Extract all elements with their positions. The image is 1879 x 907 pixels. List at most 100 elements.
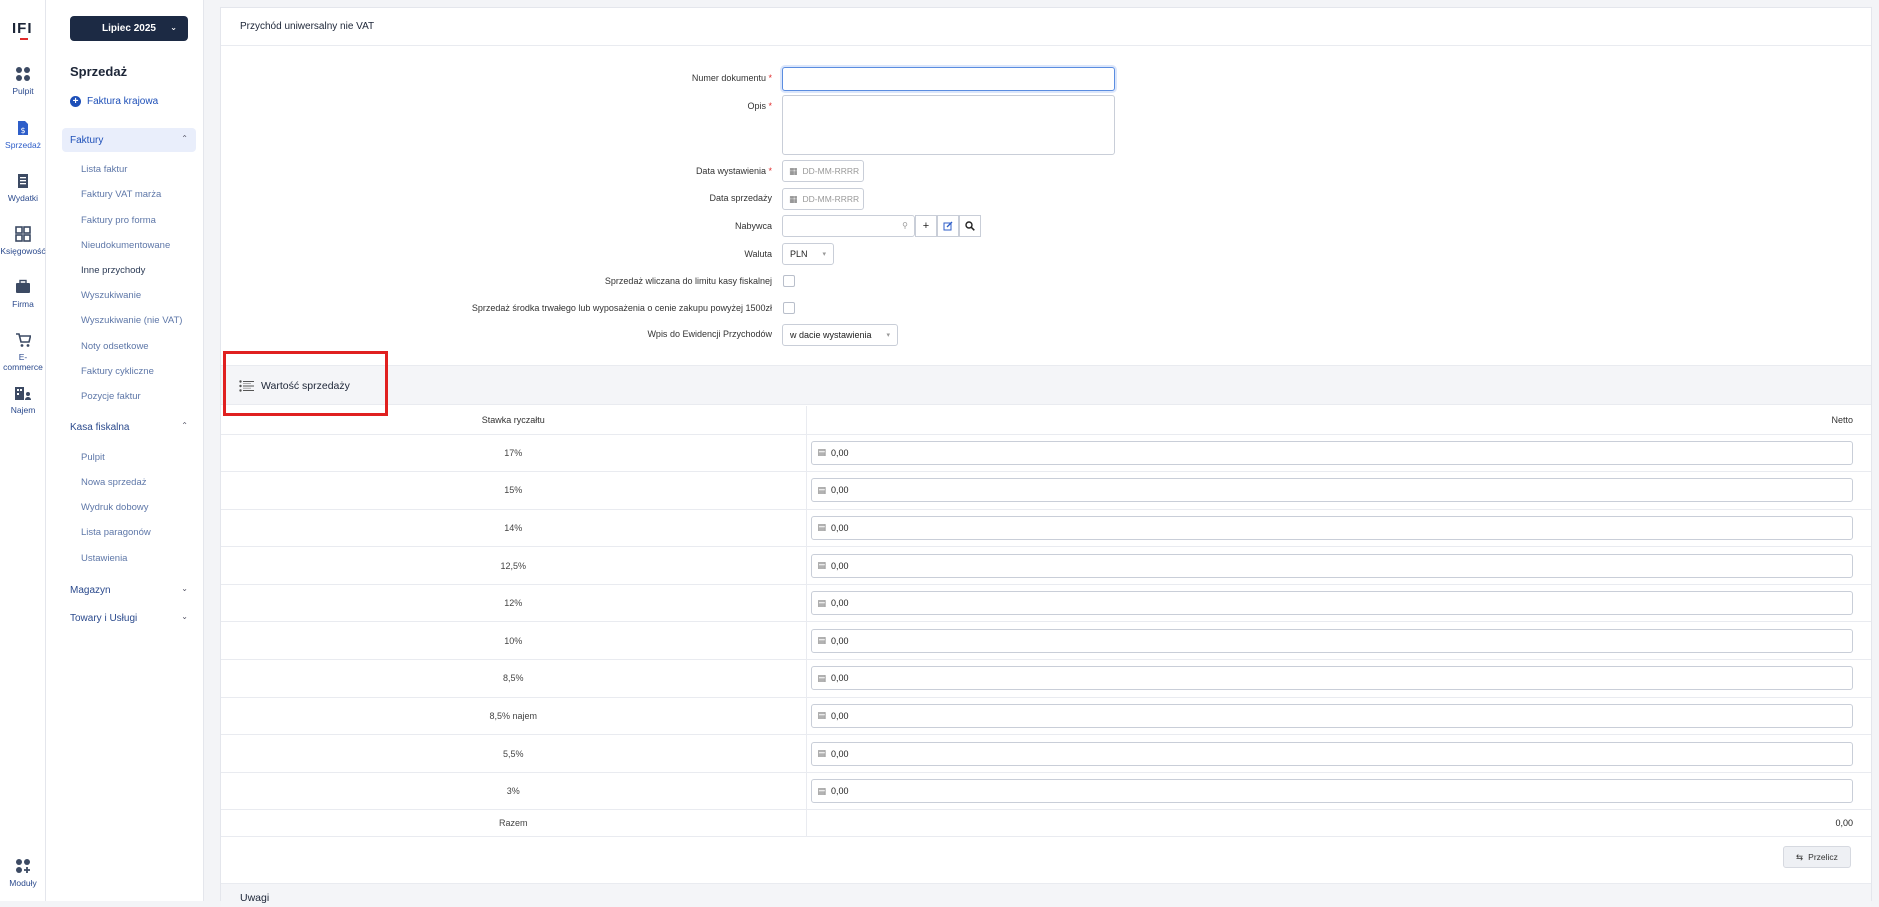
add-buyer-button[interactable]: + — [915, 215, 937, 237]
nav-item-wyszukiwanie-nie-vat[interactable]: Wyszukiwanie (nie VAT) — [81, 315, 182, 326]
rail-item-pulpit[interactable]: Pulpit — [0, 66, 46, 96]
accounting-icon — [15, 226, 31, 242]
sales-value-table: Stawka ryczałtu Netto 17% ▤ 0,00 15% ▤ 0,00 14… — [221, 406, 1871, 838]
table-row: 8,5% ▤ 0,00 — [221, 659, 1871, 698]
app-logo[interactable]: IFI — [12, 18, 34, 40]
issue-date-input[interactable]: ▦ DD-MM-RRRR — [782, 160, 864, 182]
sales-icon: $ — [18, 121, 28, 135]
logo-accent — [20, 38, 28, 40]
nav-group-towary-uslugi[interactable]: Towary i Usługi ⌄ — [62, 606, 196, 630]
nav-group-faktury[interactable]: Faktury ⌃ — [62, 128, 196, 152]
svg-text:$: $ — [20, 126, 25, 135]
sale-date-input[interactable]: ▦ DD-MM-RRRR — [782, 188, 864, 210]
rail-item-sprzedaz[interactable]: $ Sprzedaż — [0, 120, 46, 150]
net-cell: ▤ 0,00 — [806, 734, 1871, 773]
nav-item-pozycje-faktur[interactable]: Pozycje faktur — [81, 391, 141, 402]
cart-icon — [16, 333, 31, 347]
nav-item-faktury-vat-marza[interactable]: Faktury VAT marża — [81, 189, 161, 200]
rail-label: Wydatki — [7, 193, 39, 203]
column-header-rate: Stawka ryczałtu — [221, 406, 807, 435]
plus-circle-icon: + — [70, 96, 81, 107]
briefcase-icon — [16, 279, 30, 293]
magnifier-icon — [965, 221, 975, 231]
nav-item-faktury-pro-forma[interactable]: Faktury pro forma — [81, 215, 156, 226]
nav-group-kasa-fiskalna[interactable]: Kasa fiskalna ⌃ — [62, 415, 196, 439]
nav-item-noty-odsetkowe[interactable]: Noty odsetkowe — [81, 341, 149, 352]
register-entry-select[interactable]: w dacie wystawienia ▾ — [782, 324, 898, 346]
register-entry-value: w dacie wystawienia — [790, 330, 872, 340]
search-icon: ⚲ — [902, 221, 908, 230]
rate-cell: 14% — [221, 509, 807, 548]
nav-item-inne-przychody[interactable]: Inne przychody — [81, 265, 145, 276]
rail-item-ksiegowosc[interactable]: Księgowość — [0, 226, 46, 256]
rail-label: Moduły — [9, 878, 37, 888]
net-amount-value: 0,00 — [831, 786, 849, 797]
net-amount-input[interactable]: ▤ 0,00 — [810, 628, 1853, 653]
rail-item-najem[interactable]: Najem — [0, 385, 46, 415]
rail-label: E-commerce — [3, 352, 43, 372]
plus-icon: + — [922, 220, 930, 232]
label-text: Data wystawienia — [695, 166, 766, 176]
sale-date-label: Data sprzedaży — [709, 193, 772, 203]
buyer-label: Nabywca — [734, 221, 772, 231]
net-amount-input[interactable]: ▤ 0,00 — [810, 553, 1853, 578]
net-amount-input[interactable]: ▤ 0,00 — [810, 478, 1853, 503]
fixed-asset-checkbox[interactable] — [783, 302, 795, 314]
rail-item-firma[interactable]: Firma — [0, 279, 46, 309]
rate-cell: 8,5% — [221, 659, 807, 698]
label-text: Numer dokumentu — [691, 73, 766, 83]
rail-label: Księgowość — [0, 246, 46, 256]
add-domestic-invoice-link[interactable]: + Faktura krajowa — [70, 96, 158, 107]
doc-number-input[interactable] — [782, 67, 1115, 91]
table-row: 3% ▤ 0,00 — [221, 772, 1871, 811]
nav-item-kasa-ustawienia[interactable]: Ustawienia — [81, 553, 127, 564]
net-amount-input[interactable]: ▤ 0,00 — [810, 703, 1853, 728]
search-buyer-button[interactable] — [959, 215, 981, 237]
rate-cell: 12,5% — [221, 546, 807, 585]
net-amount-input[interactable]: ▤ 0,00 — [810, 666, 1853, 691]
currency-select[interactable]: PLN ▾ — [782, 243, 834, 265]
dashboard-icon — [16, 67, 30, 81]
net-amount-input[interactable]: ▤ 0,00 — [810, 779, 1853, 804]
net-amount-value: 0,00 — [831, 447, 849, 458]
net-amount-input[interactable]: ▤ 0,00 — [810, 515, 1853, 540]
nav-item-wyszukiwanie[interactable]: Wyszukiwanie — [81, 290, 141, 301]
period-label: Lipiec 2025 — [102, 23, 156, 34]
rail-item-moduly[interactable]: Moduły — [0, 858, 46, 888]
description-textarea[interactable] — [782, 95, 1115, 155]
nav-item-lista-faktur[interactable]: Lista faktur — [81, 164, 127, 175]
nav-item-wydruk-dobowy[interactable]: Wydruk dobowy — [81, 502, 149, 513]
nav-item-lista-paragonow[interactable]: Lista paragonów — [81, 527, 151, 538]
sales-value-section-header: Wartość sprzedaży — [221, 365, 1871, 405]
rail-item-wydatki[interactable]: Wydatki — [0, 173, 46, 203]
net-amount-value: 0,00 — [831, 598, 849, 609]
rail-label: Pulpit — [12, 86, 34, 96]
table-row: 17% ▤ 0,00 — [221, 434, 1871, 473]
rail-item-ecommerce[interactable]: E-commerce — [0, 332, 46, 372]
recalculate-button[interactable]: ⇆ Przelicz — [1783, 846, 1851, 868]
section-title: Uwagi — [240, 892, 270, 904]
edit-icon — [943, 221, 953, 231]
nav-item-faktury-cykliczne[interactable]: Faktury cykliczne — [81, 366, 154, 377]
nav-group-label: Towary i Usługi — [70, 612, 138, 624]
nav-group-label: Faktury — [70, 134, 104, 146]
rate-cell: 3% — [221, 772, 807, 811]
net-amount-input[interactable]: ▤ 0,00 — [810, 440, 1853, 465]
period-selector-button[interactable]: Lipiec 2025 ⌄ — [70, 16, 188, 41]
net-amount-input[interactable]: ▤ 0,00 — [810, 741, 1853, 766]
main-panel: Przychód uniwersalny nie VAT Numer dokum… — [220, 7, 1872, 907]
edit-buyer-button[interactable] — [937, 215, 959, 237]
fiscal-limit-checkbox[interactable] — [783, 275, 795, 287]
net-cell: ▤ 0,00 — [806, 697, 1871, 736]
nav-item-nowa-sprzedaz[interactable]: Nowa sprzedaż — [81, 477, 146, 488]
table-row: 12% ▤ 0,00 — [221, 584, 1871, 623]
nav-item-nieudokumentowane[interactable]: Nieudokumentowane — [81, 240, 170, 251]
nav-group-magazyn[interactable]: Magazyn ⌄ — [62, 578, 196, 602]
nav-item-kasa-pulpit[interactable]: Pulpit — [81, 452, 105, 463]
net-amount-input[interactable]: ▤ 0,00 — [810, 591, 1853, 616]
rail-label: Najem — [10, 405, 36, 415]
calculator-icon: ▤ — [817, 522, 827, 533]
issue-date-label: Data wystawienia * — [696, 166, 772, 176]
buyer-input[interactable]: ⚲ — [782, 215, 915, 237]
calculator-icon: ▤ — [817, 560, 827, 571]
